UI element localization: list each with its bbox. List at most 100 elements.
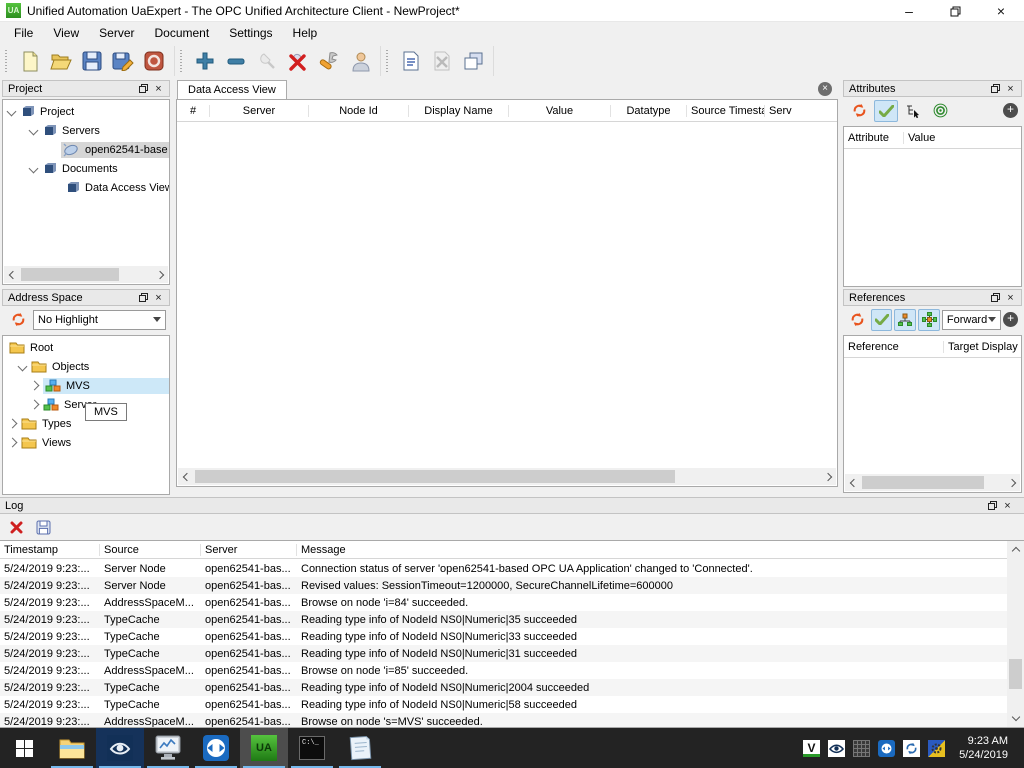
highlight-target-button[interactable]: [928, 100, 952, 122]
auto-update-toggle[interactable]: [870, 308, 893, 331]
toolbar-grip[interactable]: [4, 50, 9, 72]
tray-eye-icon[interactable]: [828, 739, 846, 757]
taskbar-monitor-app[interactable]: [144, 728, 192, 768]
server-properties-button[interactable]: [313, 47, 344, 75]
scroll-down-icon[interactable]: [1007, 710, 1024, 727]
save-log-button[interactable]: [31, 517, 55, 539]
expand-select-button[interactable]: [901, 100, 925, 122]
cascade-windows-button[interactable]: [457, 47, 488, 75]
log-row[interactable]: 5/24/2019 9:23:... TypeCache open62541-bas…: [0, 679, 1007, 696]
taskbar-teamviewer[interactable]: [192, 728, 240, 768]
tree-item-open62541-server[interactable]: open62541-base: [3, 140, 169, 159]
dav-horizontal-scrollbar[interactable]: [178, 468, 836, 485]
refresh-button[interactable]: [6, 309, 30, 331]
taskbar-file-explorer[interactable]: [48, 728, 96, 768]
menu-help[interactable]: Help: [283, 24, 328, 42]
column-header-server[interactable]: Server: [201, 543, 297, 556]
log-row[interactable]: 5/24/2019 9:23:... AddressSpaceM... open62…: [0, 594, 1007, 611]
add-reference-icon[interactable]: +: [1003, 312, 1018, 327]
follow-references-toggle[interactable]: [918, 308, 940, 331]
column-header-number[interactable]: #: [177, 104, 210, 117]
tree-item-servers[interactable]: Servers: [3, 121, 169, 140]
scroll-left-icon[interactable]: [4, 266, 21, 283]
close-panel-icon[interactable]: ×: [1003, 291, 1018, 305]
tree-item-documents[interactable]: Documents: [3, 159, 169, 178]
tray-vcxsrv-icon[interactable]: V: [803, 739, 821, 757]
column-header-source[interactable]: Source: [100, 543, 201, 556]
column-header-node-id[interactable]: Node Id: [309, 104, 409, 117]
column-header-target-display[interactable]: Target Display: [944, 341, 1021, 353]
chevron-right-icon[interactable]: [7, 418, 18, 429]
refresh-references-button[interactable]: [847, 309, 869, 331]
close-button[interactable]: ×: [978, 0, 1024, 22]
log-row[interactable]: 5/24/2019 9:23:... TypeCache open62541-bas…: [0, 611, 1007, 628]
toolbar-grip[interactable]: [385, 50, 390, 72]
change-user-button[interactable]: [344, 47, 375, 75]
add-attribute-icon[interactable]: +: [1003, 103, 1018, 118]
log-row[interactable]: 5/24/2019 9:23:... Server Node open62541-b…: [0, 577, 1007, 594]
scrollbar-thumb[interactable]: [21, 268, 119, 281]
project-horizontal-scrollbar[interactable]: [4, 266, 168, 283]
float-panel-icon[interactable]: [136, 82, 151, 96]
log-row[interactable]: 5/24/2019 9:23:... AddressSpaceM... open62…: [0, 713, 1007, 727]
chevron-right-icon[interactable]: [29, 399, 40, 410]
float-panel-icon[interactable]: [988, 291, 1003, 305]
menu-view[interactable]: View: [43, 24, 89, 42]
start-button[interactable]: [0, 728, 48, 768]
chevron-right-icon[interactable]: [29, 380, 40, 391]
tree-item-root[interactable]: Root: [3, 338, 169, 357]
tray-settings-gear-icon[interactable]: [928, 739, 946, 757]
log-vertical-scrollbar[interactable]: [1007, 541, 1024, 727]
float-panel-icon[interactable]: [985, 499, 1000, 513]
scroll-right-icon[interactable]: [1003, 474, 1020, 491]
references-horizontal-scrollbar[interactable]: [845, 474, 1020, 491]
column-header-source-timestamp[interactable]: Source Timestamp: [687, 104, 765, 117]
toolbar-grip[interactable]: [179, 50, 184, 72]
menu-settings[interactable]: Settings: [219, 24, 282, 42]
add-server-button[interactable]: [189, 47, 220, 75]
tray-grid-icon[interactable]: [853, 739, 871, 757]
clear-log-button[interactable]: [4, 517, 28, 539]
chevron-down-icon[interactable]: [17, 361, 28, 372]
scroll-left-icon[interactable]: [845, 474, 862, 491]
remove-server-button[interactable]: [220, 47, 251, 75]
scrollbar-thumb[interactable]: [1009, 659, 1022, 689]
float-panel-icon[interactable]: [988, 82, 1003, 96]
chevron-down-icon[interactable]: [28, 125, 39, 136]
column-header-reference[interactable]: Reference: [844, 340, 944, 353]
scrollbar-thumb[interactable]: [195, 470, 675, 483]
scroll-right-icon[interactable]: [151, 266, 168, 283]
scroll-left-icon[interactable]: [178, 468, 195, 485]
column-header-server[interactable]: Server: [210, 104, 309, 117]
column-header-value[interactable]: Value: [509, 104, 611, 117]
add-document-button[interactable]: [395, 47, 426, 75]
tree-item-mvs[interactable]: MVS: [3, 376, 169, 395]
save-project-button[interactable]: [76, 47, 107, 75]
log-row[interactable]: 5/24/2019 9:23:... TypeCache open62541-bas…: [0, 645, 1007, 662]
tree-item-objects[interactable]: Objects: [3, 357, 169, 376]
taskbar-notepad[interactable]: [336, 728, 384, 768]
restore-button[interactable]: [932, 0, 978, 22]
log-row[interactable]: 5/24/2019 9:23:... AddressSpaceM... open62…: [0, 662, 1007, 679]
close-panel-icon[interactable]: ×: [151, 82, 166, 96]
taskbar-eye-app[interactable]: [96, 728, 144, 768]
taskbar-uaexpert[interactable]: UA: [240, 728, 288, 768]
close-tab-icon[interactable]: ×: [818, 82, 832, 96]
hierarchical-references-toggle[interactable]: [894, 308, 917, 331]
menu-document[interactable]: Document: [144, 24, 219, 42]
auto-update-toggle[interactable]: [874, 99, 898, 122]
column-header-datatype[interactable]: Datatype: [611, 104, 687, 117]
column-header-timestamp[interactable]: Timestamp: [0, 543, 100, 556]
log-row[interactable]: 5/24/2019 9:23:... TypeCache open62541-bas…: [0, 628, 1007, 645]
taskbar-clock[interactable]: 9:23 AM 5/24/2019: [953, 734, 1018, 762]
close-panel-icon[interactable]: ×: [1000, 499, 1015, 513]
minimize-button[interactable]: –: [886, 0, 932, 22]
tree-item-data-access-view[interactable]: Data Access View: [3, 178, 169, 197]
remove-document-button[interactable]: [426, 47, 457, 75]
float-panel-icon[interactable]: [136, 291, 151, 305]
scrollbar-thumb[interactable]: [862, 476, 984, 489]
chevron-right-icon[interactable]: [7, 437, 18, 448]
chevron-down-icon[interactable]: [28, 163, 39, 174]
scroll-up-icon[interactable]: [1007, 541, 1024, 558]
column-header-server-timestamp[interactable]: Serv: [765, 105, 837, 117]
